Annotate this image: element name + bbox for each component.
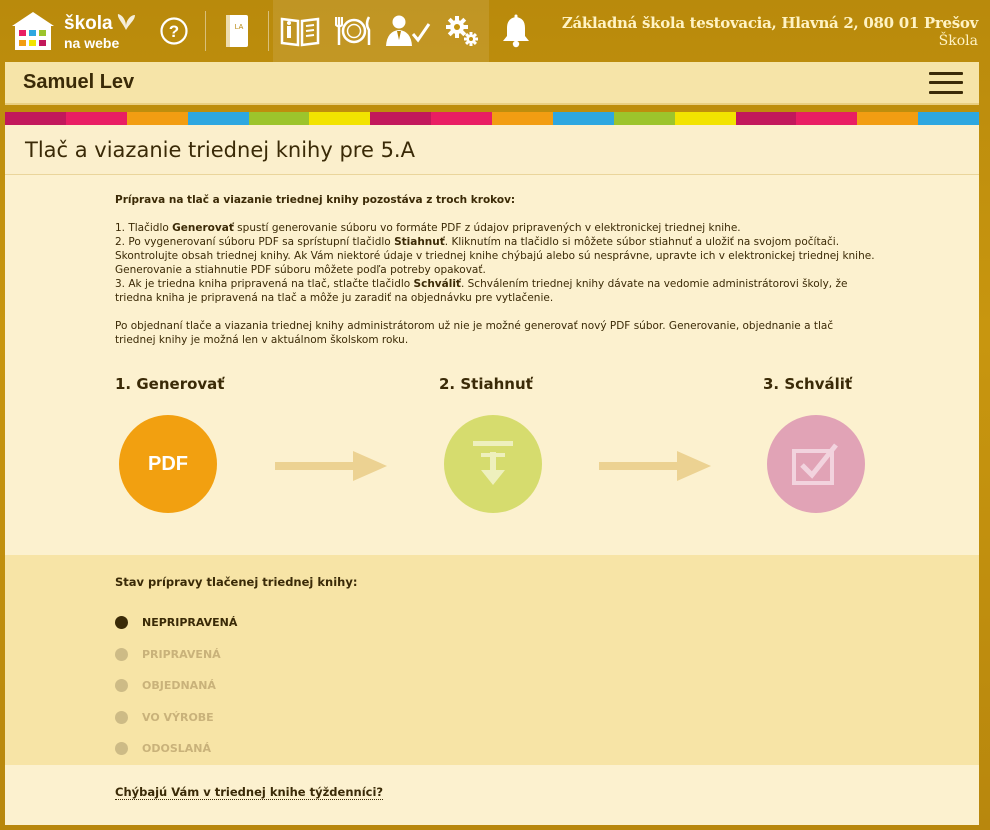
notification-bell-icon: [503, 14, 529, 48]
arrow-icon: [599, 451, 711, 481]
status-item: VO VÝROBE: [115, 702, 237, 734]
menu-button[interactable]: [929, 71, 963, 94]
divider: [205, 11, 206, 51]
arrow-icon: [275, 451, 387, 481]
status-dot-icon: [115, 710, 128, 724]
status-heading: Stav prípravy tlačenej triednej knihy:: [115, 575, 358, 589]
instruction-step-3: 3. Ak je triedna kniha pripravená na tla…: [115, 278, 848, 304]
step-approve-label: 3. Schváliť: [763, 375, 853, 393]
status-dot-icon: [115, 742, 128, 756]
instructions-note: Po objednaní tlače a viazania triednej k…: [115, 320, 834, 346]
settings-button[interactable]: [435, 0, 489, 62]
school-house-icon: [10, 10, 56, 52]
svg-text:?: ?: [169, 22, 179, 41]
status-dot-icon: [115, 679, 128, 693]
help-icon: ?: [160, 17, 188, 45]
color-strip-segment: [552, 112, 614, 125]
step-download-label: 2. Stiahnuť: [439, 375, 533, 393]
color-strip-segment: [126, 112, 188, 125]
instruction-step-1: 1. Tlačidlo Generovať spustí generovanie…: [115, 222, 741, 234]
steps-row: 1. Generovať PDF 2. Stiahnuť 3. Schváliť: [115, 375, 875, 515]
reading-book-button[interactable]: [273, 0, 327, 62]
reading-book-icon: [280, 17, 320, 47]
missing-weekly-duty-link[interactable]: Chýbajú Vám v triednej knihe týždenníci?: [115, 785, 384, 800]
color-strip-segment: [796, 112, 858, 125]
step-download: 2. Stiahnuť: [439, 375, 542, 513]
user-name: Samuel Lev: [23, 71, 135, 93]
help-button[interactable]: ?: [147, 0, 201, 62]
class-book-button[interactable]: LA: [210, 0, 264, 62]
butterfly-icon: [117, 14, 135, 30]
generate-button[interactable]: PDF: [119, 415, 217, 513]
attendance-button[interactable]: [381, 0, 435, 62]
checkbox-check-icon: [792, 443, 838, 485]
status-item: ODOSLANÁ: [115, 733, 237, 765]
logo-text-line2: na webe: [64, 35, 120, 51]
color-strip-segment: [918, 112, 979, 125]
user-bar: Samuel Lev: [5, 62, 979, 105]
color-strip-segment: [492, 112, 553, 125]
color-strip-segment: [65, 112, 127, 125]
school-info: Základná škola testovacia, Hlavná 2, 080…: [562, 14, 978, 50]
instruction-step-2: 2. Po vygenerovaní súboru PDF sa sprístu…: [115, 236, 875, 276]
school-name: Základná škola testovacia, Hlavná 2, 080…: [561, 14, 978, 32]
status-item: OBJEDNANÁ: [115, 670, 237, 702]
color-strip-segment: [309, 112, 371, 125]
status-item: PRIPRAVENÁ: [115, 639, 237, 671]
status-list: NEPRIPRAVENÁ PRIPRAVENÁ OBJEDNANÁ VO VÝR…: [115, 607, 237, 765]
approve-button[interactable]: [767, 415, 865, 513]
color-strip-segment: [5, 112, 66, 125]
instructions: Príprava na tlač a viazanie triednej kni…: [115, 193, 875, 347]
color-strip-segment: [431, 112, 492, 125]
dining-button[interactable]: [327, 0, 381, 62]
notifications-button[interactable]: [489, 0, 543, 62]
step-approve: 3. Schváliť: [763, 375, 865, 513]
color-strip-segment: [187, 112, 249, 125]
status-dot-icon: [115, 616, 128, 630]
hamburger-icon: [929, 71, 963, 75]
instructions-intro: Príprava na tlač a viazanie triednej kni…: [115, 194, 516, 206]
color-strip-segment: [857, 112, 919, 125]
step-generate-label: 1. Generovať: [115, 375, 225, 393]
color-strip-segment: [674, 112, 736, 125]
teacher-check-icon: [386, 15, 431, 46]
svg-text:LA: LA: [235, 24, 244, 31]
color-strip: [5, 112, 979, 125]
settings-gears-icon: [446, 16, 478, 46]
divider: [268, 11, 269, 51]
main-panel: Tlač a viazanie triednej knihy pre 5.A P…: [5, 125, 979, 825]
top-navigation-bar: škola na webe ? LA Základná škola testov…: [0, 0, 990, 62]
color-strip-segment: [248, 112, 310, 125]
status-item: NEPRIPRAVENÁ: [115, 607, 237, 639]
logo-text-line1: škola: [64, 12, 113, 34]
step-generate: 1. Generovať PDF: [115, 375, 225, 513]
class-book-icon: LA: [226, 15, 248, 47]
page-header: Tlač a viazanie triednej knihy pre 5.A: [5, 125, 979, 175]
status-section: Stav prípravy tlačenej triednej knihy: N…: [5, 555, 979, 765]
dining-icon: [335, 16, 371, 45]
logo[interactable]: škola na webe: [0, 0, 147, 62]
download-icon: [473, 441, 513, 485]
color-strip-segment: [735, 112, 797, 125]
color-strip-segment: [613, 112, 675, 125]
color-strip-segment: [370, 112, 432, 125]
user-role: Škola: [938, 32, 978, 49]
page-title: Tlač a viazanie triednej knihy pre 5.A: [25, 137, 415, 162]
status-dot-icon: [115, 647, 128, 661]
download-button[interactable]: [444, 415, 542, 513]
